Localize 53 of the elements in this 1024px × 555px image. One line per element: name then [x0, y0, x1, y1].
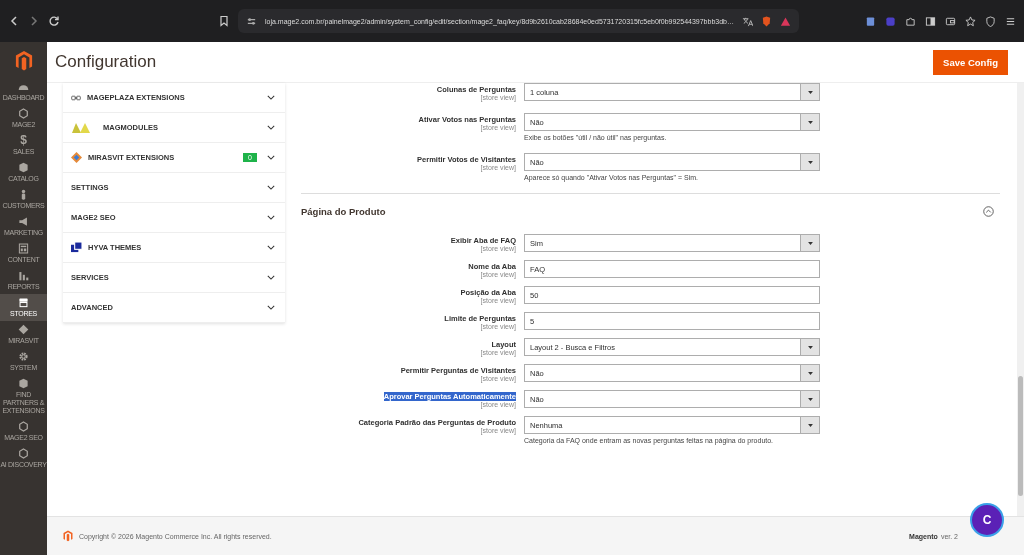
- extension-icon[interactable]: [865, 15, 876, 27]
- chat-button[interactable]: C: [970, 503, 1004, 537]
- hexagon-icon: [18, 448, 29, 459]
- chain-logo-icon: [71, 94, 81, 101]
- layout-icon: [18, 243, 29, 254]
- diamond-logo-icon: [71, 152, 82, 163]
- save-config-button[interactable]: Save Config: [933, 49, 1008, 75]
- store-icon: [18, 297, 29, 308]
- caret-icon: [807, 397, 813, 401]
- bar-chart-icon: [18, 270, 29, 281]
- star-icon[interactable]: [965, 15, 976, 27]
- logo-icon[interactable]: [14, 50, 33, 72]
- box-icon: [18, 162, 29, 173]
- page-title: Configuration: [55, 52, 157, 72]
- scrollbar[interactable]: [1017, 83, 1024, 516]
- chevron-down-icon: [267, 155, 275, 160]
- logo-icon: [63, 530, 73, 542]
- chevron-down-icon: [267, 305, 275, 310]
- gear-icon: [18, 351, 29, 362]
- caret-icon: [807, 90, 813, 94]
- hexagon-icon: [18, 108, 29, 119]
- menu-icon[interactable]: [1005, 15, 1016, 27]
- sidebar-icon[interactable]: [925, 15, 936, 27]
- wings-logo-icon: [71, 121, 91, 134]
- box-icon: [18, 378, 29, 389]
- squares-logo-icon: [71, 242, 82, 253]
- collapse-icon: [983, 205, 994, 217]
- diamond-icon: [18, 324, 29, 335]
- site-settings-icon[interactable]: [246, 15, 257, 27]
- hexagon-icon: [18, 421, 29, 432]
- forward-icon[interactable]: [28, 15, 40, 27]
- bookmark-icon[interactable]: [218, 15, 230, 27]
- section-header[interactable]: Página do Produto: [301, 194, 1000, 228]
- chevron-down-icon: [267, 245, 275, 250]
- reload-icon[interactable]: [48, 15, 60, 27]
- chevron-down-icon: [267, 275, 275, 280]
- wallet-icon[interactable]: [945, 15, 956, 27]
- shield-icon[interactable]: [760, 15, 772, 27]
- caret-icon: [807, 423, 813, 427]
- chevron-down-icon: [267, 125, 275, 130]
- shield-icon[interactable]: [985, 15, 996, 27]
- caret-icon: [807, 120, 813, 124]
- caret-icon: [807, 241, 813, 245]
- caret-icon: [807, 345, 813, 349]
- chevron-down-icon: [267, 95, 275, 100]
- caret-icon: [807, 160, 813, 164]
- megaphone-icon: [18, 216, 29, 227]
- chevron-down-icon: [267, 185, 275, 190]
- caret-icon: [807, 371, 813, 375]
- triangle-icon[interactable]: [779, 15, 791, 27]
- chevron-down-icon: [267, 215, 275, 220]
- back-icon[interactable]: [8, 15, 20, 27]
- translate-icon[interactable]: [741, 15, 753, 27]
